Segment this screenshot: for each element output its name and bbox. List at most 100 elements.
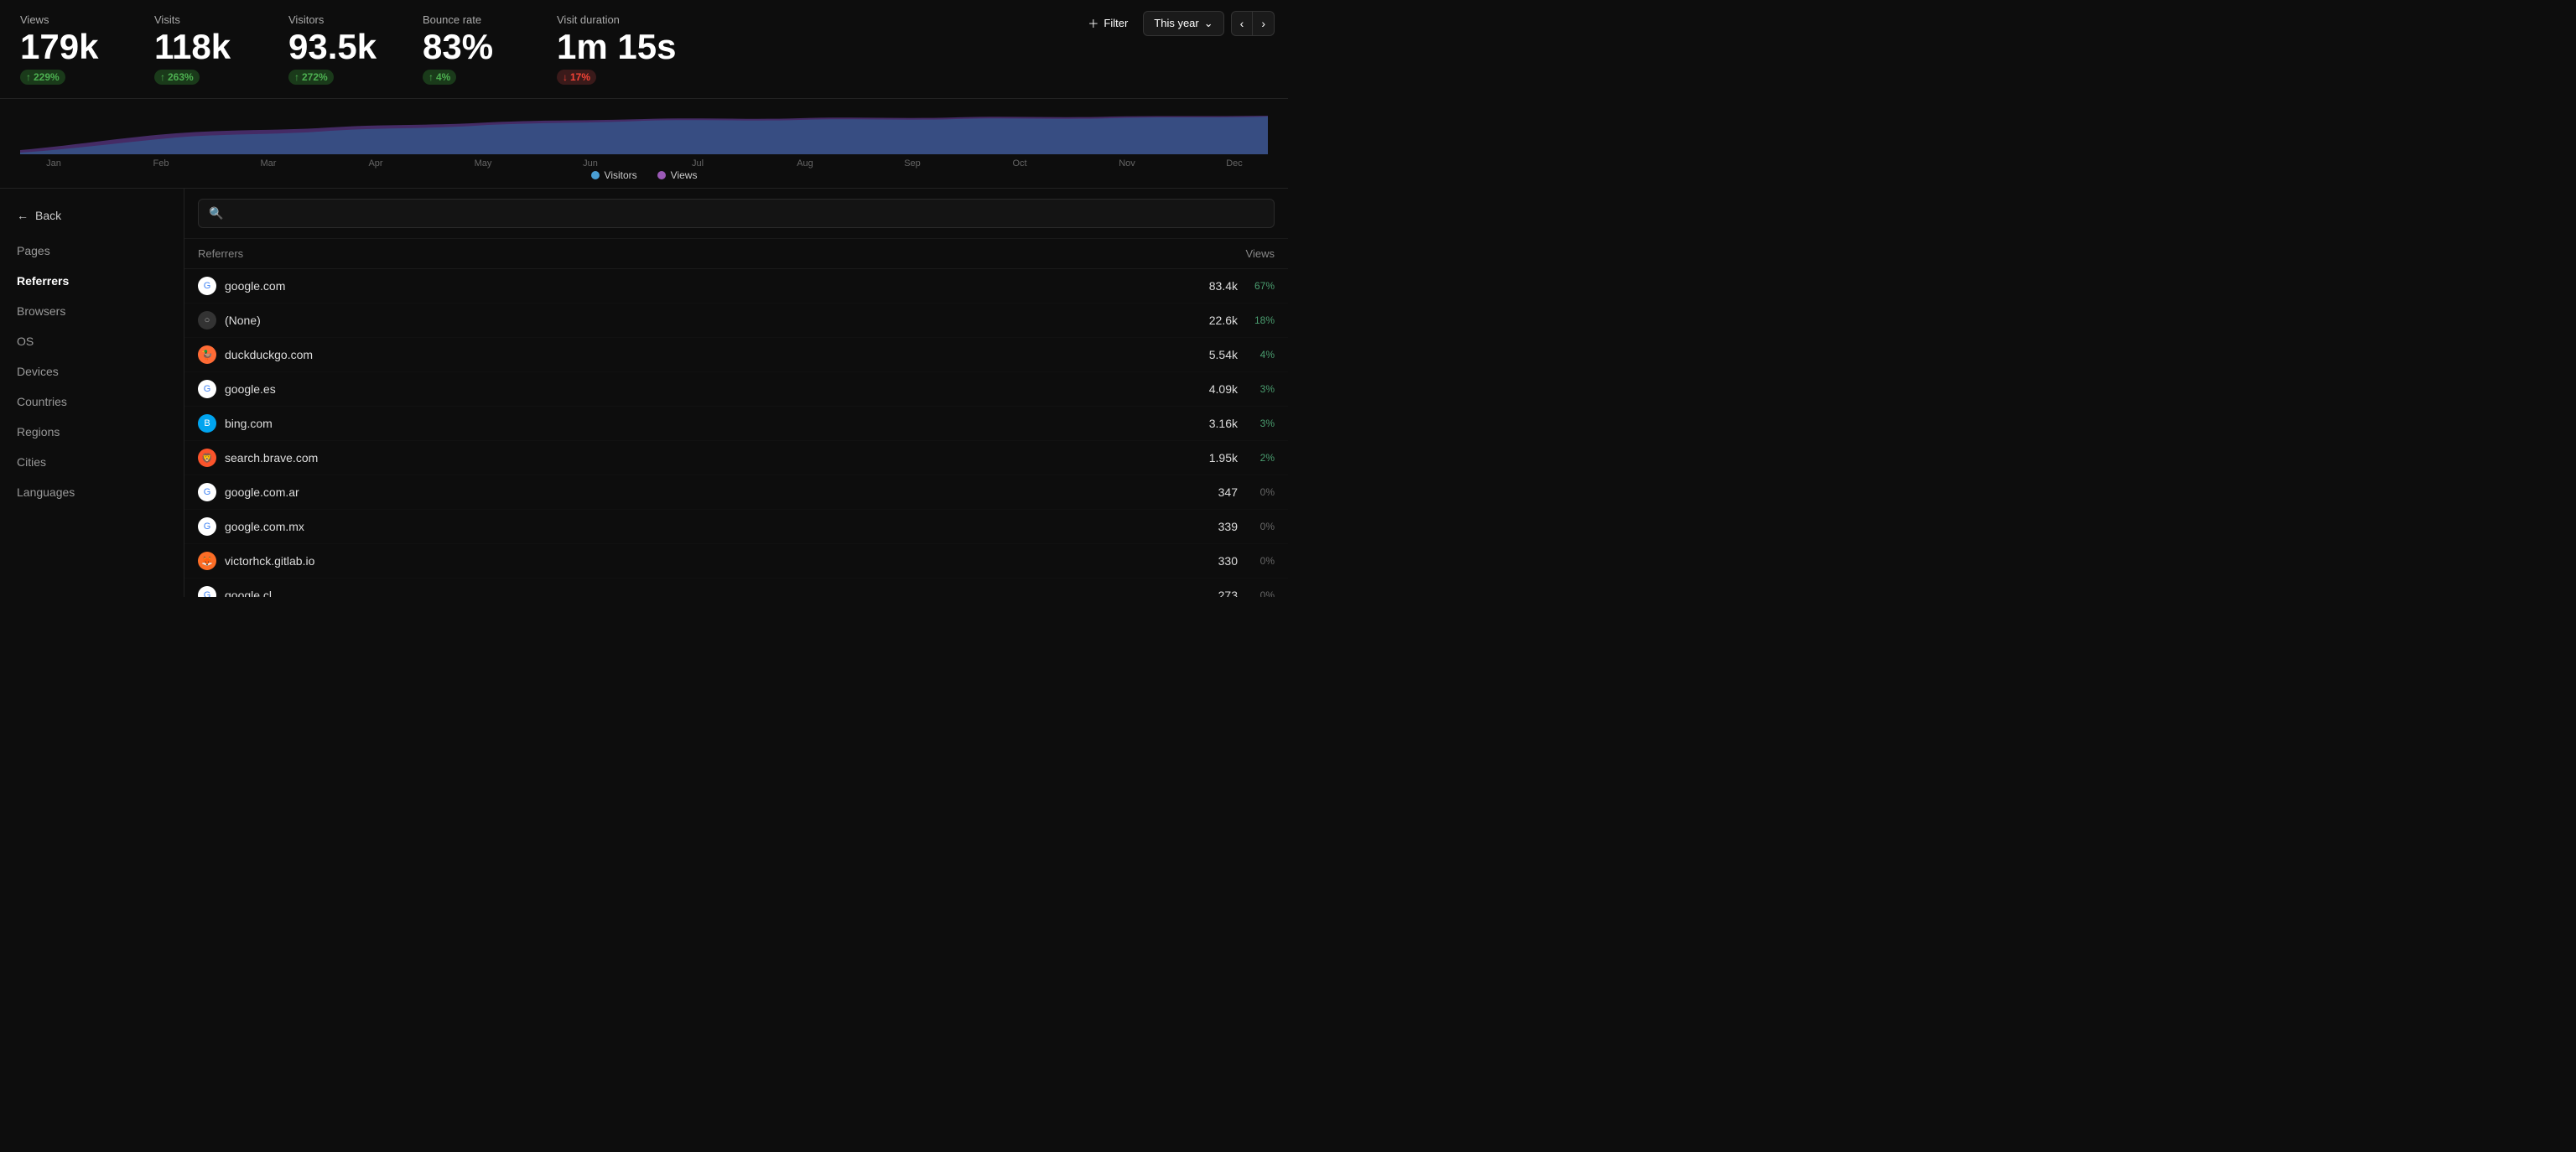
month-label-jun: Jun xyxy=(557,158,624,169)
referrer-views: 3.16k xyxy=(1196,417,1238,430)
chevron-down-icon: ⌄ xyxy=(1204,17,1213,30)
stat-value: 179k xyxy=(20,29,121,65)
referrer-views: 1.95k xyxy=(1196,451,1238,464)
stat-badge: 17% xyxy=(557,70,596,85)
prev-year-button[interactable]: ‹ xyxy=(1231,11,1254,36)
badge-arrow-icon xyxy=(428,71,434,83)
sidebar: ← Back PagesReferrersBrowsersOSDevicesCo… xyxy=(0,189,184,597)
month-label-sep: Sep xyxy=(879,158,946,169)
stat-label: Views xyxy=(20,13,121,26)
table-row[interactable]: G google.com 83.4k 67% xyxy=(184,269,1288,304)
sidebar-item-regions[interactable]: Regions xyxy=(0,417,184,447)
referrer-icon: G xyxy=(198,586,216,597)
filter-button[interactable]: ＋ Filter xyxy=(1079,10,1136,36)
referrer-views: 4.09k xyxy=(1196,382,1238,396)
sidebar-item-referrers[interactable]: Referrers xyxy=(0,266,184,296)
table-row[interactable]: 🦆 duckduckgo.com 5.54k 4% xyxy=(184,338,1288,372)
month-label-nov: Nov xyxy=(1093,158,1161,169)
main-content: ← Back PagesReferrersBrowsersOSDevicesCo… xyxy=(0,189,1288,597)
referrer-views: 339 xyxy=(1196,520,1238,533)
back-button[interactable]: ← Back xyxy=(0,202,78,229)
month-label-aug: Aug xyxy=(771,158,839,169)
month-label-mar: Mar xyxy=(235,158,302,169)
year-selector[interactable]: This year ⌄ xyxy=(1143,11,1223,36)
referrer-icon: G xyxy=(198,380,216,398)
stat-badge: 263% xyxy=(154,70,200,85)
stat-value: 1m 15s xyxy=(557,29,676,65)
referrer-name: duckduckgo.com xyxy=(225,348,1187,361)
search-icon: 🔍 xyxy=(209,206,223,221)
filter-plus-icon: ＋ xyxy=(1088,15,1098,31)
table-row[interactable]: 🦊 victorhck.gitlab.io 330 0% xyxy=(184,544,1288,579)
table-row[interactable]: G google.cl 273 0% xyxy=(184,579,1288,597)
referrer-icon: G xyxy=(198,517,216,536)
sidebar-item-countries[interactable]: Countries xyxy=(0,387,184,417)
referrer-name: victorhck.gitlab.io xyxy=(225,554,1187,568)
chart-area: JanFebMarAprMayJunJulAugSepOctNovDec xyxy=(0,99,1288,166)
referrer-views: 22.6k xyxy=(1196,314,1238,327)
table-col-views: Views xyxy=(1246,247,1275,260)
month-label-jul: Jul xyxy=(664,158,731,169)
table-row[interactable]: ○ (None) 22.6k 18% xyxy=(184,304,1288,338)
filter-area: ＋ Filter This year ⌄ ‹ › xyxy=(1079,10,1275,36)
stat-item-views: Views 179k 229% xyxy=(20,7,154,98)
table-row[interactable]: 🦁 search.brave.com 1.95k 2% xyxy=(184,441,1288,475)
content-area: 🔍 Referrers Views G google.com 83.4k 67%… xyxy=(184,189,1288,597)
table-row[interactable]: G google.com.ar 347 0% xyxy=(184,475,1288,510)
chart-svg xyxy=(20,112,1268,154)
badge-arrow-icon xyxy=(294,71,299,83)
legend-dot xyxy=(657,171,666,179)
referrer-icon: 🦊 xyxy=(198,552,216,570)
search-input[interactable] xyxy=(230,207,1264,221)
back-label: Back xyxy=(35,209,61,222)
referrer-name: google.com.mx xyxy=(225,520,1187,533)
table-row[interactable]: G google.com.mx 339 0% xyxy=(184,510,1288,544)
month-label-jan: Jan xyxy=(20,158,87,169)
year-selector-label: This year xyxy=(1154,17,1198,29)
month-labels: JanFebMarAprMayJunJulAugSepOctNovDec xyxy=(20,158,1268,172)
referrer-pct: 2% xyxy=(1246,452,1275,464)
month-label-feb: Feb xyxy=(127,158,195,169)
sidebar-item-pages[interactable]: Pages xyxy=(0,236,184,266)
stat-value: 93.5k xyxy=(288,29,389,65)
badge-arrow-icon xyxy=(160,71,165,83)
stats-bar: Views 179k 229% Visits 118k 263% Visitor… xyxy=(0,0,1288,99)
table-row[interactable]: B bing.com 3.16k 3% xyxy=(184,407,1288,441)
stat-label: Visitors xyxy=(288,13,389,26)
referrer-icon: 🦁 xyxy=(198,449,216,467)
sidebar-item-cities[interactable]: Cities xyxy=(0,447,184,477)
referrer-name: bing.com xyxy=(225,417,1187,430)
stat-badge: 229% xyxy=(20,70,65,85)
next-year-button[interactable]: › xyxy=(1253,11,1275,36)
referrer-name: google.cl xyxy=(225,589,1187,597)
referrer-name: google.com.ar xyxy=(225,485,1187,499)
month-label-may: May xyxy=(449,158,517,169)
search-input-wrapper[interactable]: 🔍 xyxy=(198,199,1275,228)
sidebar-item-devices[interactable]: Devices xyxy=(0,356,184,387)
referrer-views: 330 xyxy=(1196,554,1238,568)
stat-item-visits: Visits 118k 263% xyxy=(154,7,288,98)
month-label-apr: Apr xyxy=(342,158,409,169)
referrer-pct: 0% xyxy=(1246,486,1275,498)
sidebar-item-browsers[interactable]: Browsers xyxy=(0,296,184,326)
referrer-pct: 0% xyxy=(1246,555,1275,567)
referrer-pct: 3% xyxy=(1246,383,1275,395)
referrer-pct: 67% xyxy=(1246,280,1275,292)
referrer-views: 273 xyxy=(1196,589,1238,597)
month-label-dec: Dec xyxy=(1201,158,1268,169)
stat-label: Visits xyxy=(154,13,255,26)
stat-label: Bounce rate xyxy=(423,13,523,26)
filter-label: Filter xyxy=(1104,17,1128,29)
referrer-icon: G xyxy=(198,277,216,295)
referrer-pct: 0% xyxy=(1246,589,1275,597)
sidebar-item-languages[interactable]: Languages xyxy=(0,477,184,507)
sidebar-item-os[interactable]: OS xyxy=(0,326,184,356)
table-row[interactable]: G google.es 4.09k 3% xyxy=(184,372,1288,407)
stat-badge: 272% xyxy=(288,70,334,85)
referrer-name: search.brave.com xyxy=(225,451,1187,464)
badge-arrow-icon xyxy=(26,71,31,83)
referrer-pct: 0% xyxy=(1246,521,1275,532)
stat-item-visit-duration: Visit duration 1m 15s 17% xyxy=(557,7,709,98)
referrer-views: 5.54k xyxy=(1196,348,1238,361)
referrer-views: 83.4k xyxy=(1196,279,1238,293)
